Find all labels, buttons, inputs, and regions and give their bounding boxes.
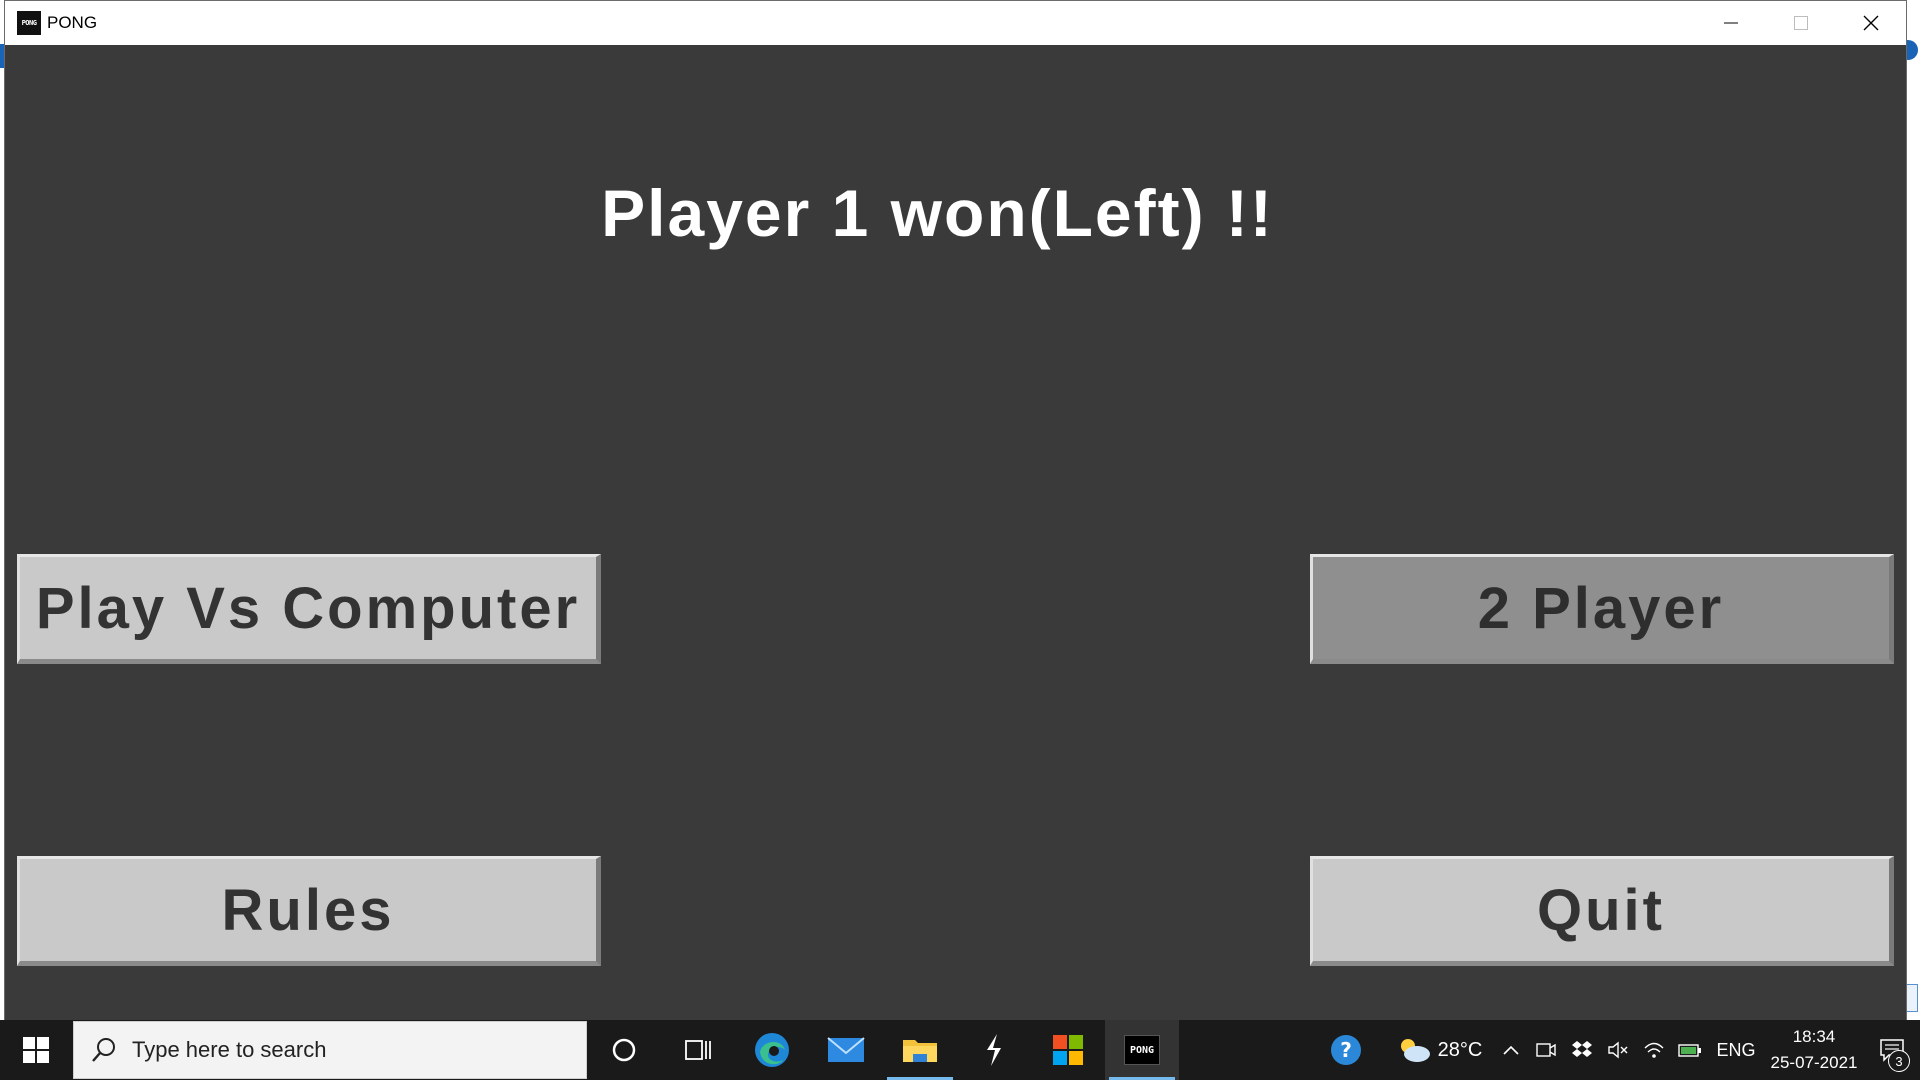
battery-charging-icon bbox=[1678, 1044, 1701, 1057]
notification-count-badge: 3 bbox=[1888, 1050, 1910, 1072]
play-vs-computer-button[interactable]: Play Vs Computer bbox=[17, 554, 601, 664]
task-view-icon bbox=[685, 1040, 711, 1060]
rules-button[interactable]: Rules bbox=[17, 856, 601, 966]
file-explorer-button[interactable] bbox=[883, 1020, 957, 1080]
pong-app-icon: PONG bbox=[17, 11, 41, 35]
cortana-icon bbox=[612, 1038, 636, 1062]
pong-taskbar-button[interactable]: PONG bbox=[1105, 1020, 1179, 1080]
file-explorer-icon bbox=[903, 1040, 937, 1062]
show-hidden-icons-button[interactable] bbox=[1494, 1020, 1528, 1080]
close-icon bbox=[1863, 15, 1879, 31]
input-language: ENG bbox=[1716, 1039, 1756, 1060]
wifi-icon bbox=[1644, 1042, 1664, 1058]
weather-widget[interactable]: 28°C bbox=[1384, 1020, 1494, 1080]
input-language-button[interactable]: ENG bbox=[1708, 1020, 1764, 1080]
chevron-up-icon bbox=[1503, 1045, 1519, 1055]
maximize-button[interactable] bbox=[1766, 1, 1836, 45]
windows-logo-icon bbox=[23, 1037, 49, 1063]
help-icon: ? bbox=[1331, 1035, 1361, 1065]
desktop-edge-right bbox=[1906, 0, 1920, 1020]
quit-button[interactable]: Quit bbox=[1310, 856, 1894, 966]
mail-button[interactable] bbox=[809, 1020, 883, 1080]
window-title: PONG bbox=[47, 13, 98, 32]
battery-button[interactable] bbox=[1672, 1020, 1708, 1080]
search-icon bbox=[92, 1038, 115, 1062]
desktop-box-fragment bbox=[1906, 984, 1918, 1012]
title-bar[interactable]: PONG PONG bbox=[5, 1, 1906, 45]
edge-button[interactable] bbox=[735, 1020, 809, 1080]
dropbox-icon bbox=[1572, 1041, 1592, 1057]
window-controls bbox=[1696, 1, 1906, 45]
pong-taskbar-icon: PONG bbox=[1124, 1035, 1160, 1065]
mail-icon bbox=[827, 1037, 865, 1062]
pong-app-icon-label: PONG bbox=[21, 19, 37, 27]
minimize-button[interactable] bbox=[1696, 1, 1766, 45]
dropbox-button[interactable] bbox=[1564, 1020, 1600, 1080]
pinned-app-button[interactable] bbox=[957, 1020, 1031, 1080]
pong-window: PONG PONG Player 1 won(Left) !! Play Vs … bbox=[4, 0, 1907, 1021]
start-button[interactable] bbox=[0, 1020, 72, 1080]
search-placeholder: Type here to search bbox=[132, 1037, 327, 1062]
weather-cloud-sun-icon bbox=[1400, 1039, 1430, 1062]
weather-temperature: 28°C bbox=[1437, 1038, 1483, 1061]
svg-text:?: ? bbox=[1340, 1038, 1352, 1062]
clock-time: 18:34 bbox=[1792, 1027, 1836, 1046]
minimize-icon bbox=[1724, 22, 1738, 24]
winner-message: Player 1 won(Left) !! bbox=[601, 176, 1274, 250]
taskbar: Type here to search PONG ? 28°C ENG 18:3… bbox=[0, 1020, 1920, 1080]
microsoft-store-icon bbox=[1053, 1035, 1083, 1065]
clock-date: 25-07-2021 bbox=[1770, 1053, 1858, 1072]
store-button[interactable] bbox=[1031, 1020, 1105, 1080]
game-canvas: Player 1 won(Left) !! Play Vs Computer 2… bbox=[5, 45, 1906, 1021]
close-button[interactable] bbox=[1836, 1, 1906, 45]
meet-now-button[interactable] bbox=[1528, 1020, 1564, 1080]
taskbar-search-box[interactable]: Type here to search bbox=[73, 1021, 587, 1079]
two-player-button[interactable]: 2 Player bbox=[1310, 554, 1894, 664]
maximize-icon bbox=[1794, 16, 1808, 30]
camera-icon bbox=[1536, 1043, 1556, 1057]
task-view-button[interactable] bbox=[661, 1020, 735, 1080]
cortana-button[interactable] bbox=[587, 1020, 661, 1080]
wifi-button[interactable] bbox=[1636, 1020, 1672, 1080]
edge-icon bbox=[755, 1033, 789, 1067]
app-icon bbox=[987, 1034, 1001, 1066]
volume-button[interactable] bbox=[1600, 1020, 1636, 1080]
help-button[interactable]: ? bbox=[1318, 1020, 1374, 1080]
volume-muted-icon bbox=[1608, 1041, 1628, 1059]
clock[interactable]: 18:34 25-07-2021 bbox=[1764, 1020, 1864, 1080]
system-tray: ? 28°C ENG 18:34 25-07-2021 3 bbox=[1318, 1020, 1920, 1080]
pong-taskbar-icon-label: PONG bbox=[1129, 1044, 1155, 1056]
action-center-button[interactable]: 3 bbox=[1864, 1020, 1920, 1080]
